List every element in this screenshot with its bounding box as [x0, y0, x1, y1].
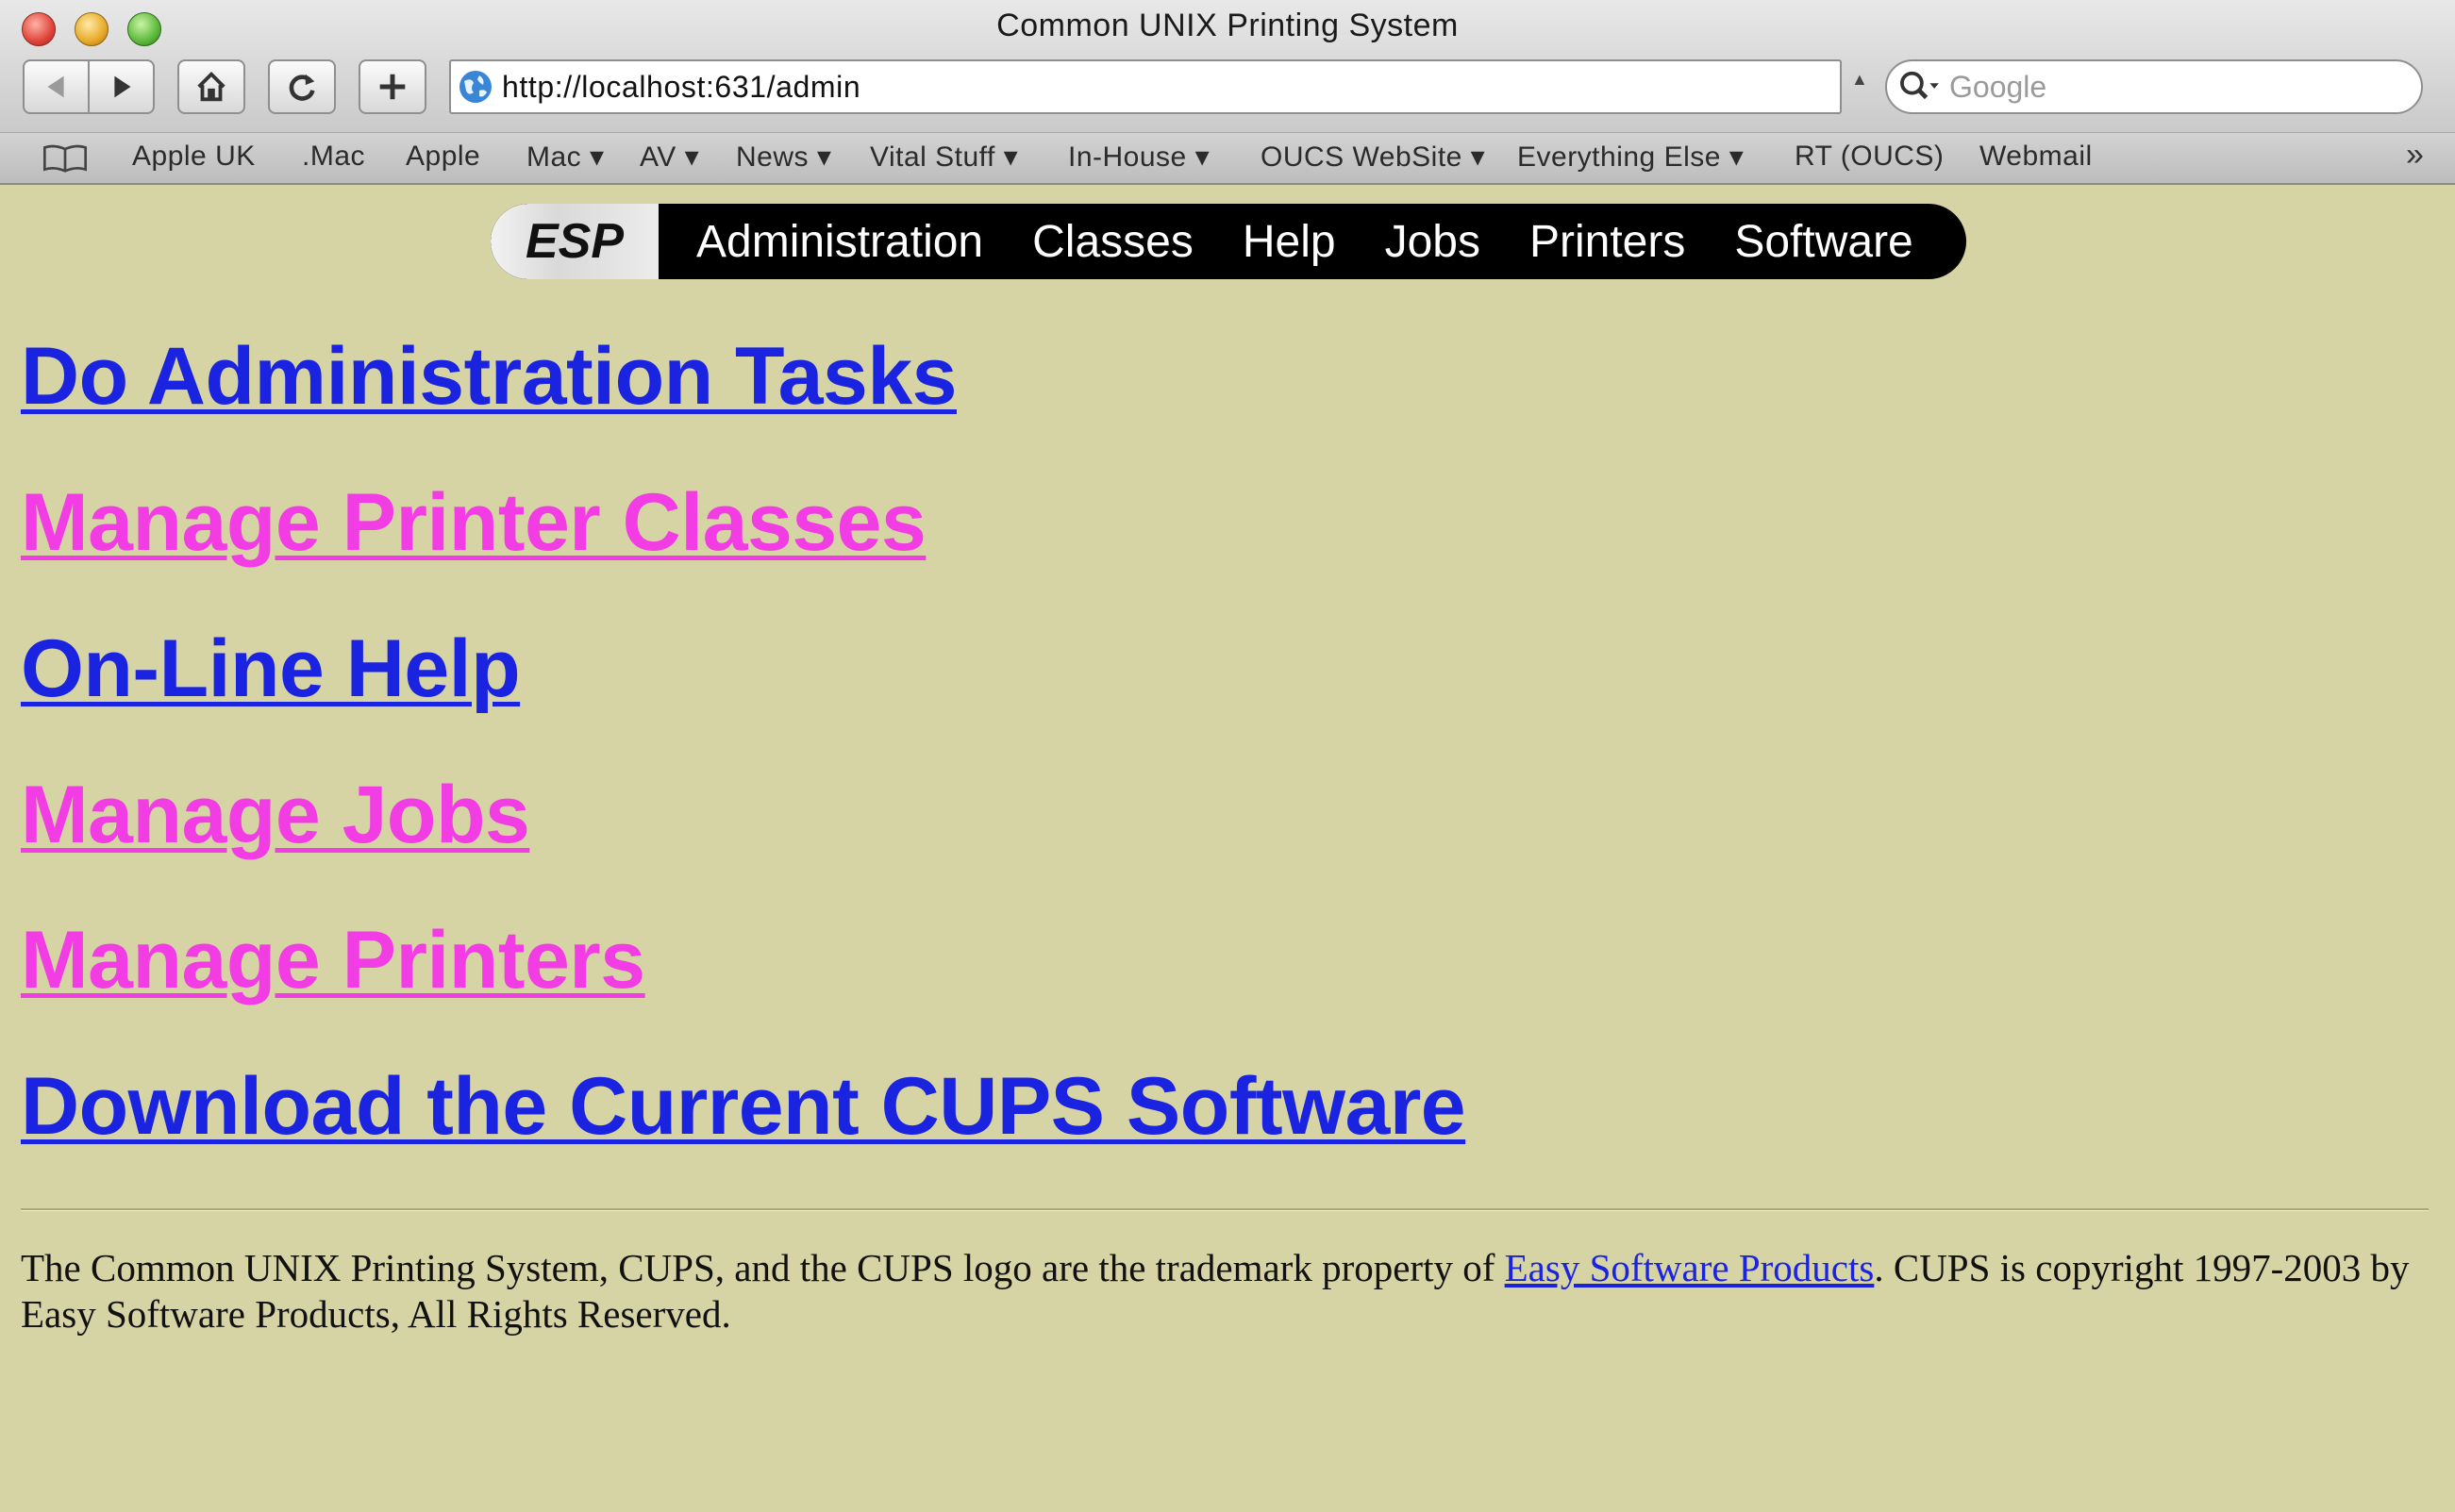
bookmark-item[interactable]: Mac ▾ — [526, 141, 605, 174]
esp-logo[interactable]: ESP — [491, 204, 659, 279]
manage-jobs-link[interactable]: Manage Jobs — [21, 769, 530, 862]
download-cups-software-link[interactable]: Download the Current CUPS Software — [21, 1060, 1466, 1154]
nav-classes[interactable]: Classes — [1032, 216, 1194, 268]
copyright-footer: The Common UNIX Printing System, CUPS, a… — [21, 1245, 2417, 1338]
back-arrow-icon — [47, 75, 64, 98]
cups-navigation-bar: ESP Administration Classes Help Jobs Pri… — [491, 204, 1966, 279]
bookmark-item[interactable]: Apple UK — [132, 141, 256, 173]
url-text: http://localhost:631/admin — [502, 69, 861, 104]
bookmark-item[interactable]: News ▾ — [736, 141, 831, 174]
bookmark-item[interactable]: OUCS WebSite ▾ — [1261, 141, 1485, 174]
reload-icon — [289, 74, 315, 101]
home-icon — [197, 72, 225, 102]
bookmark-item[interactable]: RT (OUCS) — [1795, 141, 1944, 173]
add-bookmark-button[interactable] — [359, 59, 426, 114]
window-title: Common UNIX Printing System — [996, 8, 1459, 43]
bookmark-item[interactable]: Webmail — [1979, 141, 2093, 173]
address-dropdown-icon[interactable]: ▲ — [1851, 70, 1868, 90]
bookmarks-book-icon[interactable] — [42, 142, 89, 174]
bookmarks-overflow-button[interactable]: » — [2406, 137, 2424, 174]
browser-window: Common UNIX Printing System http://local… — [0, 0, 2455, 1512]
search-field[interactable]: Google — [1885, 59, 2423, 114]
manage-printers-link[interactable]: Manage Printers — [21, 914, 645, 1007]
forward-button[interactable] — [90, 61, 153, 112]
bookmark-item[interactable]: Everything Else ▾ — [1517, 141, 1744, 174]
title-bar: Common UNIX Printing System http://local… — [0, 0, 2455, 137]
add-bookmark-icon — [379, 74, 406, 100]
manage-printer-classes-link[interactable]: Manage Printer Classes — [21, 476, 927, 570]
bookmark-item[interactable]: AV ▾ — [640, 141, 699, 174]
nav-jobs[interactable]: Jobs — [1385, 216, 1480, 268]
forward-arrow-icon — [113, 75, 130, 98]
bookmark-item[interactable]: In-House ▾ — [1068, 141, 1210, 174]
bookmarks-bar: Apple UK .Mac Apple Mac ▾ AV ▾ News ▾ Vi… — [0, 132, 2455, 185]
reload-button[interactable] — [268, 59, 336, 114]
do-administration-tasks-link[interactable]: Do Administration Tasks — [21, 330, 958, 424]
bookmark-item[interactable]: Apple — [406, 141, 480, 173]
horizontal-rule — [21, 1208, 2429, 1211]
nav-software[interactable]: Software — [1734, 216, 1912, 268]
nav-help[interactable]: Help — [1243, 216, 1336, 268]
nav-administration[interactable]: Administration — [696, 216, 983, 268]
back-button[interactable] — [25, 61, 88, 112]
nav-printers[interactable]: Printers — [1529, 216, 1685, 268]
footer-text-before: The Common UNIX Printing System, CUPS, a… — [21, 1246, 1505, 1289]
easy-software-products-link[interactable]: Easy Software Products — [1505, 1246, 1875, 1289]
address-bar[interactable]: http://localhost:631/admin — [449, 59, 1842, 114]
search-placeholder: Google — [1949, 69, 2047, 104]
search-icon — [1900, 71, 1939, 100]
bookmark-item[interactable]: Vital Stuff ▾ — [870, 141, 1018, 174]
online-help-link[interactable]: On-Line Help — [21, 623, 521, 716]
globe-icon — [459, 71, 492, 103]
bookmark-item[interactable]: .Mac — [302, 141, 365, 173]
page-content: ESP Administration Classes Help Jobs Pri… — [8, 187, 2442, 1512]
home-button[interactable] — [177, 59, 245, 114]
back-forward-buttons — [23, 59, 155, 114]
